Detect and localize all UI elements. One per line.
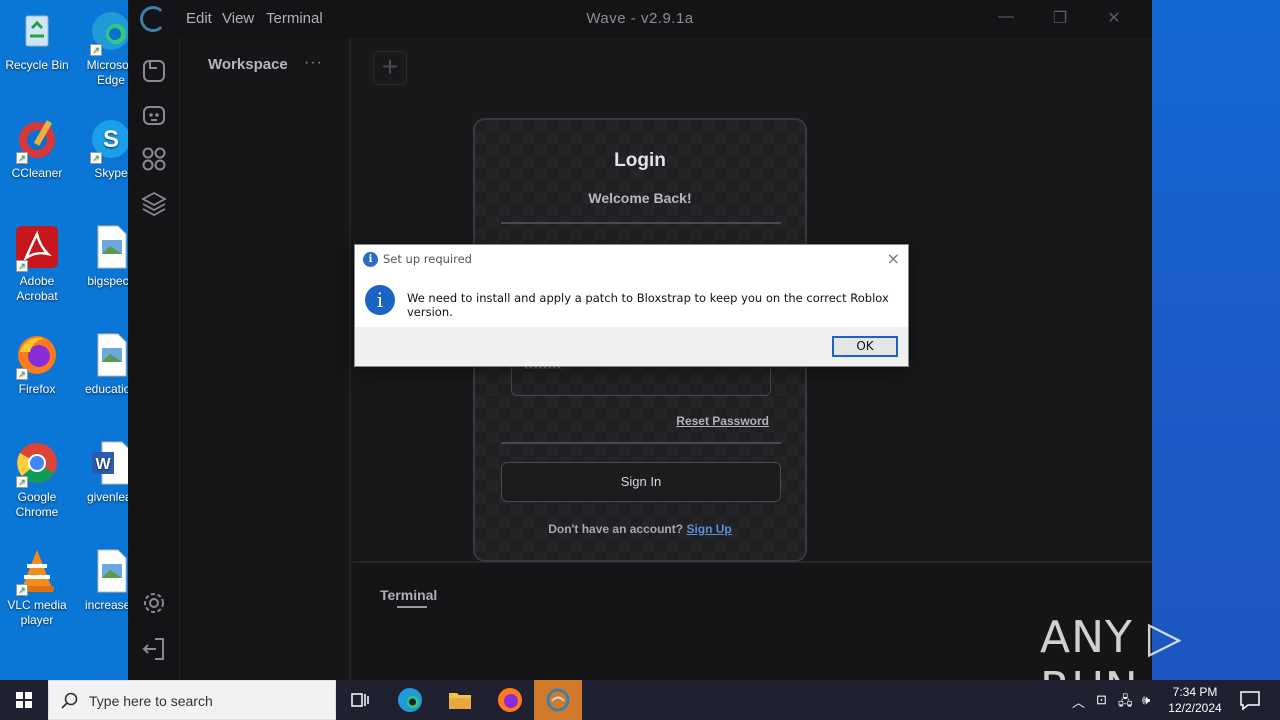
taskbar-clock[interactable]: 7:34 PM 12/2/2024 <box>1160 684 1230 716</box>
info-icon: i <box>363 252 378 267</box>
desktop-icon-recycle-bin[interactable]: Recycle Bin <box>0 8 74 73</box>
reset-password-link[interactable]: Reset Password <box>676 414 769 428</box>
workspace-panel: Workspace ··· <box>180 38 351 680</box>
apps-grid-icon[interactable] <box>141 146 167 172</box>
title-bar: Edit View Terminal Wave - v2.9.1a — ❐ ✕ <box>128 0 1152 38</box>
shortcut-arrow-icon: ↗ <box>16 152 28 164</box>
svg-text:S: S <box>103 126 119 153</box>
divider <box>501 222 781 224</box>
minimize-button[interactable]: — <box>994 8 1018 30</box>
volume-icon[interactable]: 🕪 <box>1142 692 1150 708</box>
dialog-close-button[interactable]: × <box>887 249 900 268</box>
add-tab-button[interactable]: + <box>373 51 407 85</box>
ok-button[interactable]: OK <box>832 336 898 357</box>
desktop-icon-firefox[interactable]: ↗ Firefox <box>0 332 74 397</box>
clock-date: 12/2/2024 <box>1168 701 1222 715</box>
workspace-menu-button[interactable]: ··· <box>304 54 323 72</box>
wave-taskbar-button[interactable] <box>534 680 582 720</box>
desktop-icon-ccleaner[interactable]: ↗ CCleaner <box>0 116 74 181</box>
file-icon[interactable] <box>141 58 167 84</box>
file-explorer-icon[interactable] <box>446 686 474 714</box>
taskbar: Type here to search ︿ ⊡ 🖧 🕪 7:34 PM 12/2… <box>0 680 1280 720</box>
dialog-message: We need to install and apply a patch to … <box>407 291 889 319</box>
desktop-icon-label: Google Chrome <box>15 490 59 519</box>
vlc-icon: ↗ <box>14 548 60 596</box>
close-window-button[interactable]: ✕ <box>1102 8 1126 30</box>
sidebar <box>128 38 180 680</box>
login-subtitle: Welcome Back! <box>588 190 692 206</box>
desktop-icon-label: Firefox <box>18 382 56 396</box>
desktop-wallpaper-right <box>1152 0 1280 680</box>
shortcut-arrow-icon: ↗ <box>90 44 102 56</box>
taskbar-search-box[interactable]: Type here to search <box>48 680 336 720</box>
wave-logo-icon <box>546 688 570 712</box>
tray-device-icon[interactable]: ⊡ <box>1096 692 1107 708</box>
notifications-icon[interactable] <box>1236 686 1264 714</box>
no-account-text: Don't have an account? <box>548 522 684 536</box>
logout-icon[interactable] <box>141 636 167 662</box>
info-icon: i <box>365 285 395 315</box>
edge-taskbar-icon[interactable] <box>396 686 424 714</box>
layers-icon[interactable] <box>141 190 167 217</box>
settings-icon[interactable] <box>141 590 167 616</box>
tab-active-indicator <box>397 606 427 608</box>
recycle-bin-icon <box>14 8 60 54</box>
dialog-footer: OK <box>355 327 908 366</box>
search-placeholder: Type here to search <box>89 693 213 709</box>
shortcut-arrow-icon: ↗ <box>16 260 28 272</box>
divider <box>501 442 781 444</box>
ccleaner-icon: ↗ <box>14 116 60 164</box>
svg-text:W: W <box>95 456 111 473</box>
setup-required-dialog: i Set up required × i We need to install… <box>354 244 909 367</box>
tab-terminal[interactable]: Terminal <box>380 587 437 603</box>
password-field[interactable]: ******** <box>511 363 771 396</box>
windows-logo-icon <box>16 692 32 708</box>
desktop-icon-adobe-acrobat[interactable]: ↗ Adobe Acrobat <box>0 224 74 304</box>
search-icon <box>61 692 78 709</box>
dialog-title: Set up required <box>383 252 472 266</box>
sign-up-link[interactable]: Sign Up <box>686 522 731 536</box>
network-icon[interactable]: 🖧 <box>1118 692 1133 714</box>
clock-time: 7:34 PM <box>1172 685 1218 699</box>
maximize-button[interactable]: ❐ <box>1048 8 1072 30</box>
desktop-icon-vlc[interactable]: ↗ VLC media player <box>0 548 74 628</box>
desktop-icon-label: Adobe Acrobat <box>16 274 58 303</box>
shortcut-arrow-icon: ↗ <box>16 476 28 488</box>
login-title: Login <box>614 150 666 171</box>
signup-prompt: Don't have an account? Sign Up <box>475 522 805 536</box>
start-button[interactable] <box>0 680 48 720</box>
desktop-icon-label: VLC media player <box>7 598 67 627</box>
shortcut-arrow-icon: ↗ <box>16 584 28 596</box>
workspace-title: Workspace <box>208 56 288 73</box>
tray-chevron-up-icon[interactable]: ︿ <box>1072 692 1085 711</box>
terminal-panel: Terminal <box>353 561 1152 680</box>
shortcut-arrow-icon: ↗ <box>16 368 28 380</box>
desktop-icon-label: Skype <box>94 166 128 180</box>
desktop-icon-label: Recycle Bin <box>5 58 69 72</box>
firefox-icon: ↗ <box>14 332 60 380</box>
chrome-icon: ↗ <box>14 440 60 488</box>
task-view-icon[interactable] <box>346 686 374 714</box>
firefox-taskbar-icon[interactable] <box>496 686 524 714</box>
desktop-icon-label: CCleaner <box>11 166 63 180</box>
sign-in-button[interactable]: Sign In <box>501 462 781 502</box>
desktop-icon-google-chrome[interactable]: ↗ Google Chrome <box>0 440 74 520</box>
shortcut-arrow-icon: ↗ <box>90 152 102 164</box>
acrobat-icon: ↗ <box>14 224 60 272</box>
robot-icon[interactable] <box>141 102 167 128</box>
